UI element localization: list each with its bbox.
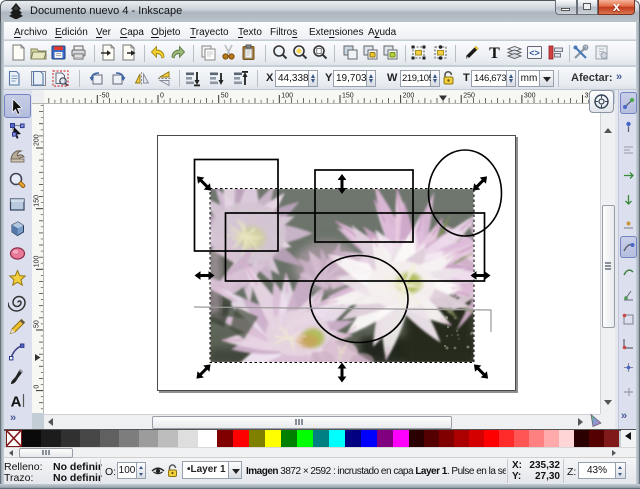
svg-text:50: 50: [221, 93, 229, 100]
svg-text:0: 0: [34, 385, 41, 389]
svg-text:50: 50: [34, 320, 41, 328]
svg-text:0: 0: [160, 93, 164, 100]
svg-text:<>: <>: [529, 48, 540, 58]
svg-text:T: T: [489, 45, 500, 61]
svg-text:A: A: [11, 393, 22, 410]
svg-text:-50: -50: [99, 93, 109, 100]
